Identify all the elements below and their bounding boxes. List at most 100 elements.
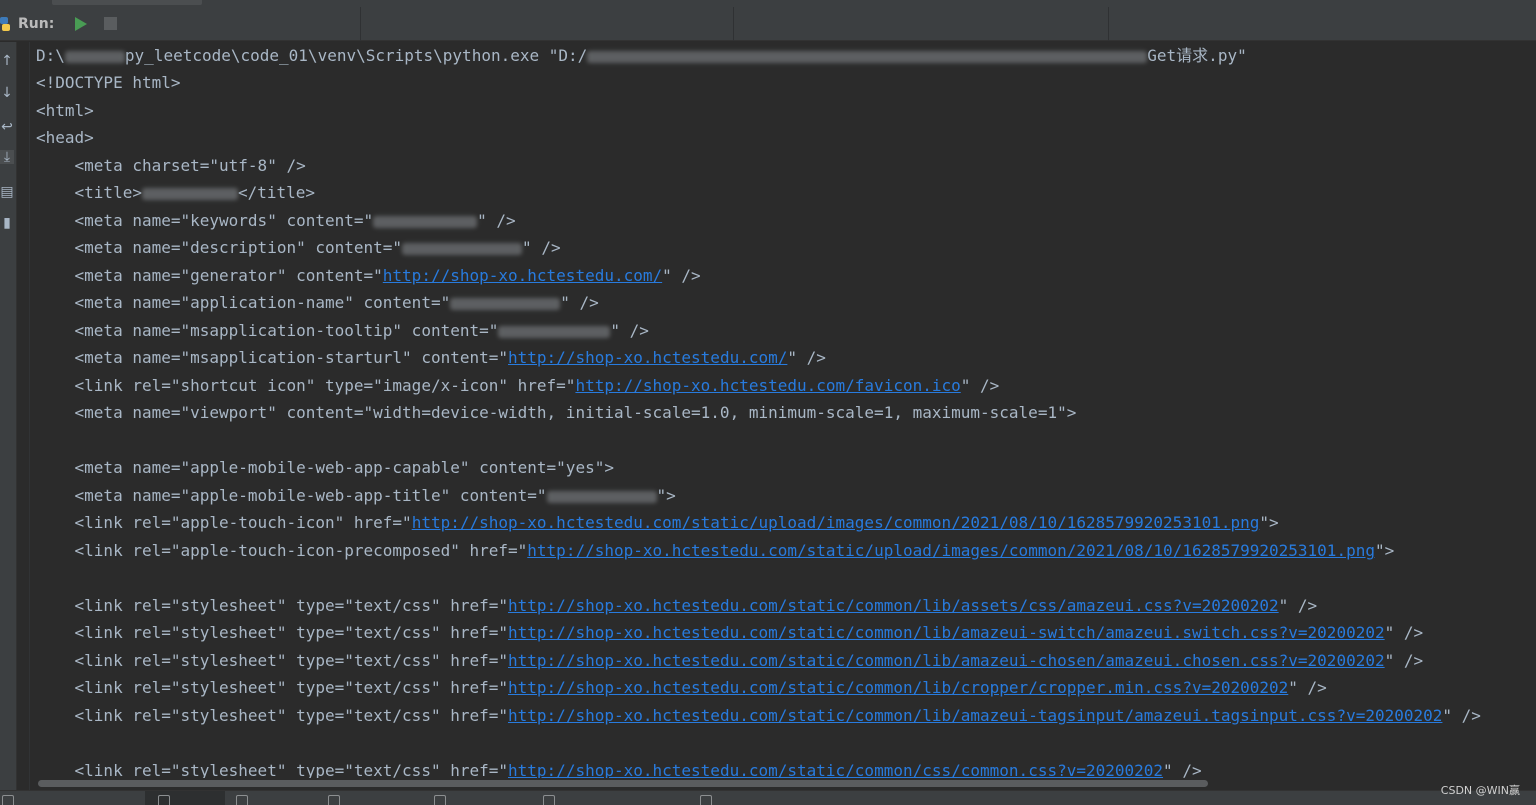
console-text: <meta name="application-name" content=" [36,293,451,312]
scrollbar-thumb[interactable] [38,780,1208,787]
soft-wrap-icon[interactable]: ↩ [0,120,14,134]
play-icon[interactable] [72,16,88,32]
console-line: <meta name="application-name" content=" "… [36,293,599,313]
toolbar-separator [1108,7,1109,41]
console-text: " /> [1442,706,1481,725]
console-line: <meta name="apple-mobile-web-app-title" … [36,486,676,506]
console-link[interactable]: http://shop-xo.hctestedu.com/ [383,266,662,285]
console-link[interactable]: http://shop-xo.hctestedu.com/static/comm… [508,651,1385,670]
console-link[interactable]: http://shop-xo.hctestedu.com/static/comm… [508,761,1163,778]
console-text: " /> [1278,596,1318,615]
console-line: <html> [36,101,94,120]
console-line: <link rel="stylesheet" type="text/css" h… [36,596,1318,616]
console-line: <!DOCTYPE html> [36,73,181,92]
problems-icon[interactable] [328,795,340,805]
console-link[interactable]: http://shop-xo.hctestedu.com/static/comm… [508,596,1279,615]
run-icon[interactable] [158,795,170,805]
console-line: <meta name="apple-mobile-web-app-capable… [36,458,614,477]
console-link[interactable]: http://shop-xo.hctestedu.com/static/uplo… [527,541,1375,560]
console-text: py_leetcode\code_01\venv\Scripts\python.… [124,46,588,65]
console-line: <meta name="viewport" content="width=dev… [36,403,1077,422]
console-text: " /> [1163,761,1202,778]
redacted-text [498,325,611,338]
console-text: " /> [610,321,649,340]
console-text: " /> [662,266,701,285]
watermark: CSDN @WIN赢 [1440,784,1520,797]
stop-icon[interactable] [104,17,117,30]
bottom-tool-window-bar [0,790,1536,805]
console-text: " /> [1384,651,1424,670]
console-link[interactable]: http://shop-xo.hctestedu.com/ [508,348,787,367]
redacted-text [450,297,561,310]
todo-icon[interactable] [236,795,248,805]
console-line: <link rel="stylesheet" type="text/css" h… [36,651,1424,671]
console-text: " /> [560,293,599,312]
toolbar-separator [733,7,734,41]
top-tab-strip [0,0,1536,7]
console-text: <meta name="description" content=" [36,238,403,257]
console-text: <link rel="stylesheet" type="text/css" h… [36,651,509,670]
print-icon[interactable]: ▤ [0,185,14,199]
console-line: <link rel="stylesheet" type="text/css" h… [36,678,1327,698]
console-line: <link rel="apple-touch-icon" href="http:… [36,513,1279,533]
console-text: <meta name="keywords" content=" [36,211,374,230]
console-text: <link rel="stylesheet" type="text/css" h… [36,678,509,697]
console-text: <meta name="apple-mobile-web-app-title" … [36,486,547,505]
version-control-icon[interactable] [2,795,14,805]
console-output[interactable]: D:\ py_leetcode\code_01\venv\Scripts\pyth… [36,42,1536,778]
redacted-text [141,187,238,200]
python-console-icon[interactable] [700,795,712,805]
console-link[interactable]: http://shop-xo.hctestedu.com/static/comm… [508,678,1288,697]
console-text: <link rel="stylesheet" type="text/css" h… [36,596,509,615]
console-text: "> [656,486,676,505]
console-link[interactable]: http://shop-xo.hctestedu.com/favicon.ico [575,376,960,395]
console-line: D:\ py_leetcode\code_01\venv\Scripts\pyth… [36,46,1247,66]
console-text: Get请求.py" [1147,46,1247,65]
arrow-down-icon[interactable]: ↓ [0,86,14,100]
console-text: <link rel="stylesheet" type="text/css" h… [36,706,509,725]
console-text: " /> [477,211,516,230]
terminal-icon[interactable] [434,795,446,805]
console-line: <meta name="generator" content="http://s… [36,266,701,286]
redacted-text [373,215,478,228]
console-text: <link rel="apple-touch-icon-precomposed"… [36,541,528,560]
console-text: </title> [237,183,316,202]
redacted-text [546,490,657,503]
console-line: <link rel="stylesheet" type="text/css" h… [36,706,1481,726]
console-line: <head> [36,128,94,147]
console-link[interactable]: http://shop-xo.hctestedu.com/static/comm… [508,623,1385,642]
toolbar-separator [360,7,361,41]
console-line: <link rel="stylesheet" type="text/css" h… [36,761,1202,778]
console-line: <meta name="msapplication-starturl" cont… [36,348,826,368]
tool-window-button-run[interactable] [145,791,225,805]
arrow-up-icon[interactable]: ↑ [0,54,14,68]
horizontal-scrollbar[interactable] [36,778,1536,790]
console-text: <link rel="apple-touch-icon" href=" [36,513,412,532]
console-line: <meta name="description" content=" " /> [36,238,561,258]
console-text: D:\ [36,46,65,65]
redacted-text [402,242,523,255]
console-line: <link rel="stylesheet" type="text/css" h… [36,623,1424,643]
python-icon [0,17,10,31]
console-line: <meta name="msapplication-tooltip" conte… [36,321,649,341]
console-line: <link rel="apple-touch-icon-precomposed"… [36,541,1395,561]
console-line: <title> </title> [36,183,316,203]
console-text: <meta name="msapplication-tooltip" conte… [36,321,499,340]
scroll-to-end-icon[interactable]: ⤓ [0,150,14,164]
trash-icon[interactable]: ▮ [0,216,14,230]
console-text: <link rel="shortcut icon" type="image/x-… [36,376,576,395]
console-link[interactable]: http://shop-xo.hctestedu.com/static/comm… [508,706,1442,725]
console-line: <meta charset="utf-8" /> [36,156,306,175]
console-text: " /> [960,376,1000,395]
console-text: " /> [787,348,826,367]
console-gutter [18,42,30,790]
redacted-text [64,50,125,63]
python-packages-icon[interactable] [543,795,555,805]
console-text: <title> [36,183,142,202]
console-line: <link rel="shortcut icon" type="image/x-… [36,376,1000,396]
console-link[interactable]: http://shop-xo.hctestedu.com/static/uplo… [412,513,1260,532]
console-text: "> [1374,541,1395,560]
console-text: <meta name="generator" content=" [36,266,383,285]
editor-tab-stub[interactable] [52,0,202,5]
console-text: " /> [522,238,561,257]
